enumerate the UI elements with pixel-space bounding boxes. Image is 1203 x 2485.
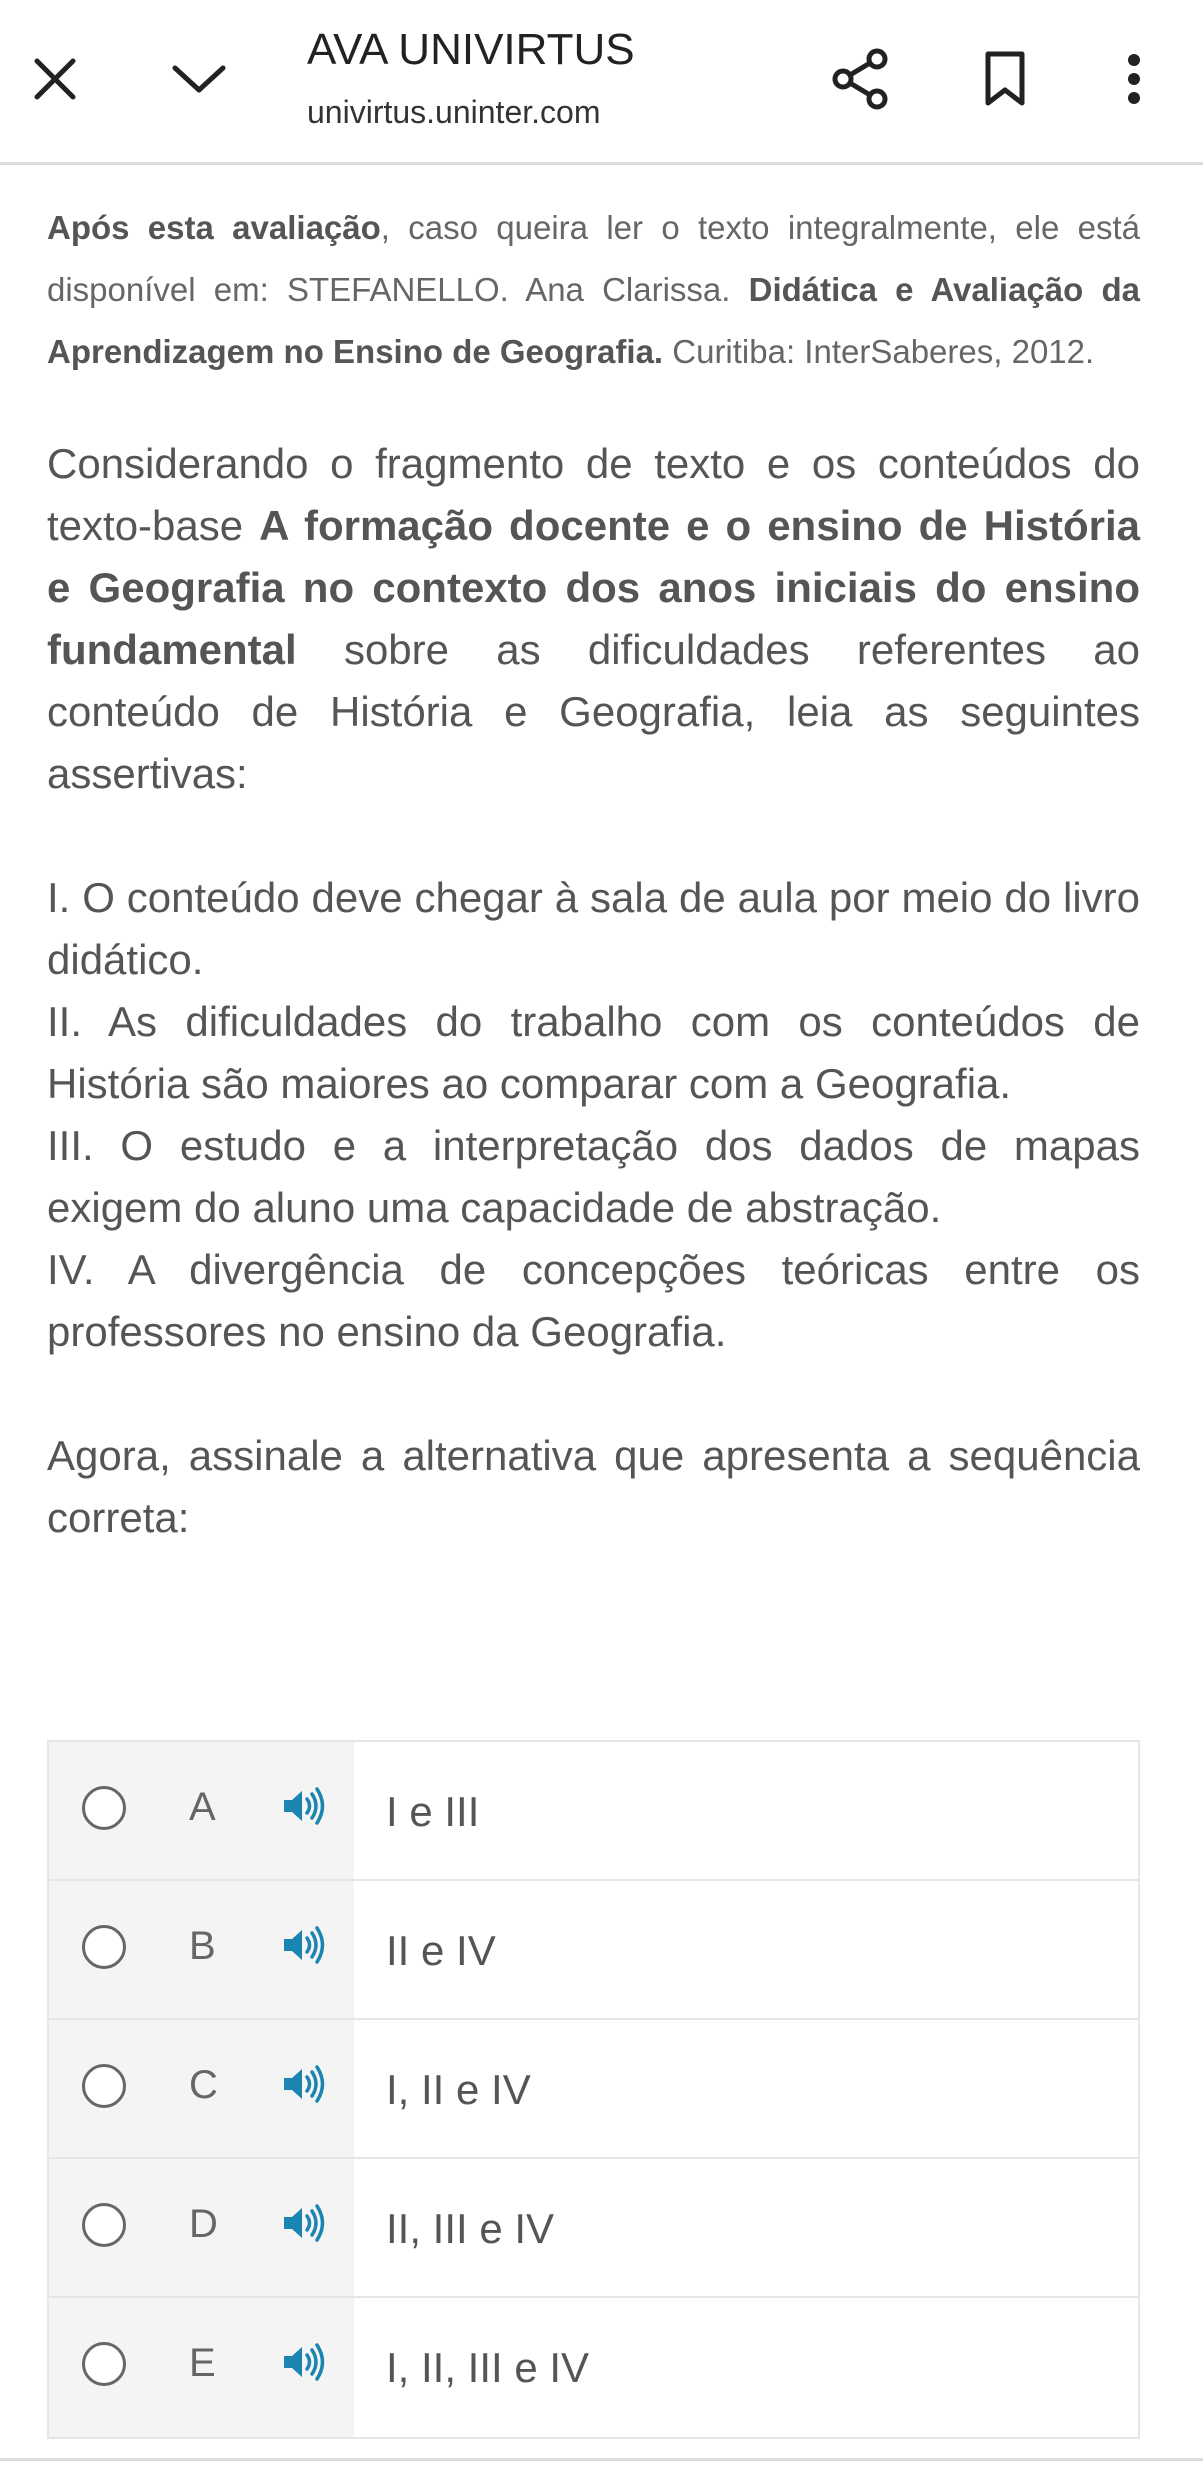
option-letter: E — [189, 2341, 216, 2385]
option-letter: A — [189, 1785, 216, 1829]
citation-text: Após esta avaliação, caso queira ler o t… — [47, 197, 1140, 383]
speaker-icon[interactable] — [281, 2342, 327, 2382]
option-letter: B — [189, 1924, 216, 1968]
option-e[interactable]: E I, II, III e IV — [49, 2298, 1138, 2437]
question-prompt: Agora, assinale a alternativa que aprese… — [47, 1432, 1140, 1541]
option-letter: C — [189, 2063, 218, 2107]
speaker-icon[interactable] — [281, 2203, 327, 2243]
more-vert-icon — [1128, 54, 1140, 104]
option-controls: E — [49, 2298, 354, 2437]
option-radio[interactable] — [82, 2342, 126, 2386]
option-controls: B — [49, 1881, 354, 2018]
more-options-button[interactable] — [1096, 41, 1172, 117]
browser-toolbar: AVA UNIVIRTUS univirtus.uninter.com — [0, 0, 1203, 165]
close-icon — [34, 58, 76, 100]
share-icon — [832, 48, 888, 110]
option-text: I e III — [386, 1788, 480, 1835]
answer-options: A I e III B II e IV C I, II e IV D II, I… — [47, 1740, 1140, 2439]
question-content: Após esta avaliação, caso queira ler o t… — [47, 162, 1140, 1549]
option-text: I, II e IV — [386, 2066, 531, 2113]
assertion-4: IV. A divergência de concepções teóricas… — [47, 1246, 1140, 1355]
option-b[interactable]: B II e IV — [49, 1881, 1138, 2020]
option-radio[interactable] — [82, 2064, 126, 2108]
option-text: II, III e IV — [386, 2205, 555, 2252]
option-radio[interactable] — [82, 1786, 126, 1830]
option-text: II e IV — [386, 1927, 496, 1974]
speaker-icon[interactable] — [281, 1786, 327, 1826]
option-controls: A — [49, 1742, 354, 1879]
option-radio[interactable] — [82, 2203, 126, 2247]
question-body: Considerando o fragmento de texto e os c… — [47, 433, 1140, 1549]
speaker-icon[interactable] — [281, 1925, 327, 1965]
option-letter: D — [189, 2202, 218, 2246]
option-d[interactable]: D II, III e IV — [49, 2159, 1138, 2298]
option-controls: C — [49, 2020, 354, 2157]
close-button[interactable] — [17, 41, 93, 117]
collapse-button[interactable] — [161, 41, 237, 117]
question-intro: Considerando o fragmento de texto e os c… — [47, 433, 1140, 805]
chevron-down-icon — [172, 65, 226, 93]
citation-publisher: Curitiba: InterSaberes, 2012. — [663, 333, 1095, 370]
assertion-1: I. O conteúdo deve chegar à sala de aula… — [47, 874, 1140, 983]
assertion-3: III. O estudo e a interpretação dos dado… — [47, 1122, 1140, 1231]
bookmark-icon — [985, 51, 1025, 106]
option-c[interactable]: C I, II e IV — [49, 2020, 1138, 2159]
page-title-block: AVA UNIVIRTUS univirtus.uninter.com — [307, 22, 635, 134]
option-controls: D — [49, 2159, 354, 2296]
share-button[interactable] — [823, 41, 899, 117]
citation-bold-lead: Após esta avaliação — [47, 209, 381, 246]
site-title: AVA UNIVIRTUS — [307, 25, 635, 74]
bottom-divider — [0, 2458, 1203, 2461]
option-radio[interactable] — [82, 1925, 126, 1969]
bookmark-button[interactable] — [967, 41, 1043, 117]
speaker-icon[interactable] — [281, 2064, 327, 2104]
assertion-2: II. As dificuldades do trabalho com os c… — [47, 998, 1140, 1107]
site-url: univirtus.uninter.com — [307, 94, 601, 130]
option-a[interactable]: A I e III — [49, 1742, 1138, 1881]
option-text: I, II, III e IV — [386, 2344, 590, 2391]
